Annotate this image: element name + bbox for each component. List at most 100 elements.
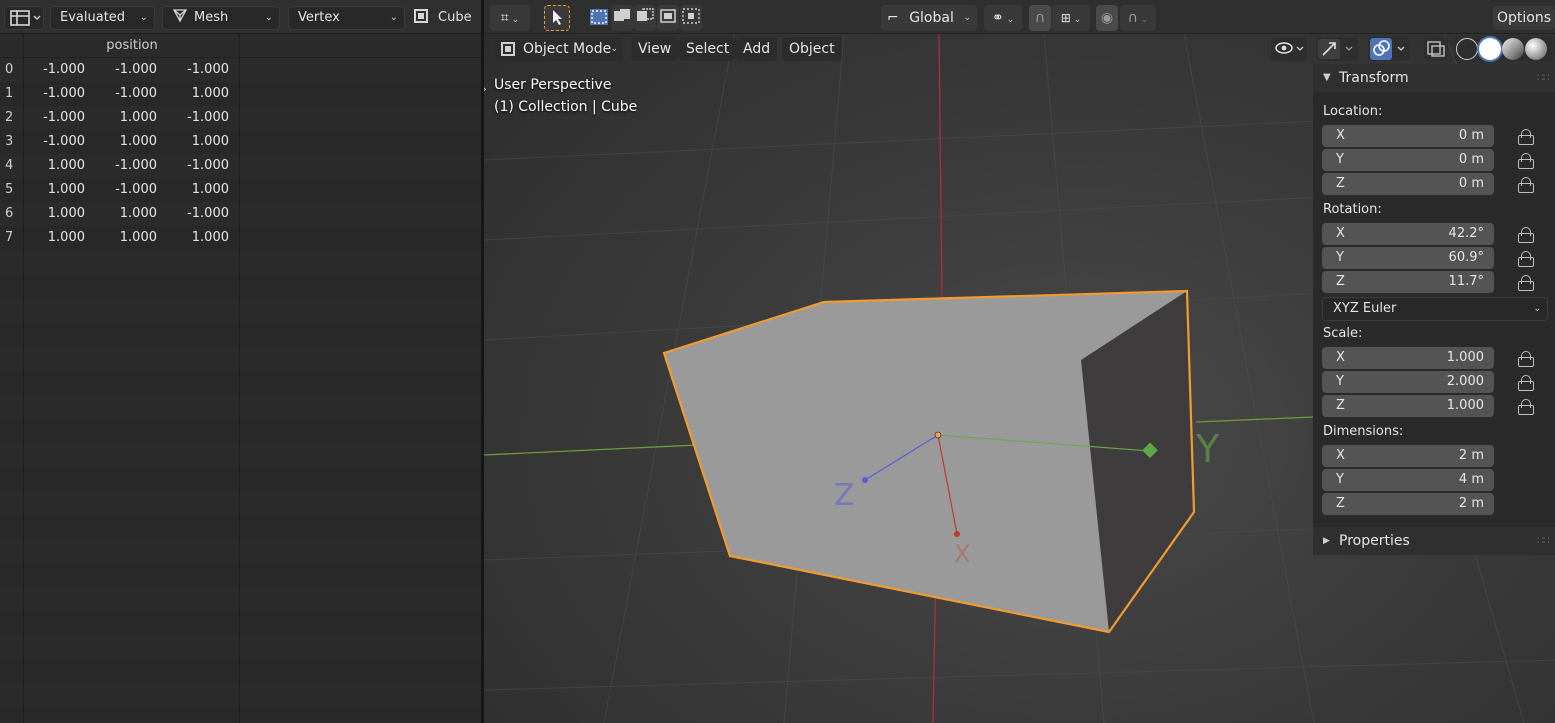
menu-view[interactable]: View — [631, 37, 679, 61]
position-y-cell: -1.000 — [115, 182, 157, 197]
position-z-cell: -1.000 — [187, 110, 229, 125]
transform-panel-header[interactable]: ▼ Transform ∷∷ — [1313, 64, 1555, 92]
drag-grip-icon[interactable]: ∷∷ — [1537, 527, 1550, 555]
position-x-cell: -1.000 — [43, 86, 85, 101]
table-row: 7 1.000 1.000 1.000 — [0, 226, 481, 250]
proportional-editing-toggle[interactable]: ◉ — [1096, 5, 1118, 31]
select-invert-button[interactable] — [657, 5, 679, 31]
axis-label: Z — [1336, 274, 1345, 289]
chevron-down-icon: ⌄ — [1140, 15, 1149, 25]
pivot-icon: ⚭ — [991, 10, 1004, 26]
lock-icon[interactable] — [1517, 399, 1534, 415]
gizmo-toggle[interactable] — [1316, 37, 1358, 61]
snap-toggle[interactable]: ∩ — [1029, 5, 1051, 31]
table-row: 0 -1.000 -1.000 -1.000 — [0, 58, 481, 82]
orientation-label: Global — [909, 10, 954, 26]
select-extend-button[interactable] — [611, 5, 633, 31]
table-row: 4 1.000 -1.000 -1.000 — [0, 154, 481, 178]
axis-label: X — [1336, 350, 1345, 365]
options-button[interactable]: Options — [1493, 6, 1555, 30]
select-new-button[interactable] — [588, 5, 610, 31]
position-x-cell: 1.000 — [47, 230, 85, 245]
row-index: 2 — [5, 110, 14, 125]
axis-label: Z — [1336, 398, 1345, 413]
drag-grip-icon[interactable]: ∷∷ — [1537, 64, 1550, 92]
menu-add[interactable]: Add — [736, 37, 778, 61]
table-row — [0, 442, 481, 466]
domain-dropdown[interactable]: Vertex ⌄ — [288, 6, 405, 30]
column-header-position: position — [106, 38, 158, 53]
table-row: 6 1.000 1.000 -1.000 — [0, 202, 481, 226]
menu-object[interactable]: Object — [782, 37, 842, 61]
lock-icon[interactable] — [1517, 177, 1534, 193]
mode-label: Object Mode — [523, 41, 612, 57]
lock-icon[interactable] — [1517, 227, 1534, 243]
interaction-mode-dropdown[interactable]: Object Mode ⌄ — [493, 37, 623, 61]
rotation-mode-dropdown[interactable]: XYZ Euler ⌄ — [1322, 297, 1548, 321]
row-index: 1 — [5, 86, 14, 101]
rotation-z-field[interactable]: Z 11.7° — [1322, 271, 1494, 293]
chevron-down-icon: ⌄ — [1073, 15, 1082, 25]
lock-icon[interactable] — [1517, 351, 1534, 367]
properties-panel-header[interactable]: ▶ Properties ∷∷ — [1313, 527, 1555, 555]
lock-icon[interactable] — [1517, 251, 1534, 267]
wireframe-shading-icon[interactable] — [1456, 38, 1478, 60]
evaluated-dropdown[interactable]: Evaluated ⌄ — [50, 6, 155, 30]
falloff-curve-icon: ∩ — [1127, 10, 1138, 26]
dimensions-y-field[interactable]: Y 4 m — [1322, 469, 1494, 491]
chevron-down-icon: ⌄ — [1006, 15, 1015, 25]
rendered-shading-icon[interactable] — [1525, 38, 1547, 60]
select-tool-button[interactable] — [544, 5, 570, 31]
scale-y-field[interactable]: Y 2.000 — [1322, 371, 1494, 393]
rotation-y-field[interactable]: Y 60.9° — [1322, 247, 1494, 269]
solid-shading-icon[interactable] — [1479, 38, 1501, 60]
overlays-toggle[interactable] — [1368, 37, 1410, 61]
location-y-field[interactable]: Y 0 m — [1322, 149, 1494, 171]
dimensions-x-field[interactable]: X 2 m — [1322, 445, 1494, 467]
world-y-axis — [1195, 416, 1315, 423]
visibility-dropdown[interactable] — [1271, 37, 1307, 61]
select-intersect-button[interactable] — [680, 5, 702, 31]
lock-icon[interactable] — [1517, 153, 1534, 169]
select-intersect-icon — [682, 8, 700, 24]
scale-z-field[interactable]: Z 1.000 — [1322, 395, 1494, 417]
dimensions-z-field[interactable]: Z 2 m — [1322, 493, 1494, 515]
field-value: 60.9° — [1448, 250, 1484, 265]
object-name: Cube — [438, 10, 472, 25]
position-x-cell: -1.000 — [43, 134, 85, 149]
editor-type-button[interactable]: ⌗ ⌄ — [490, 5, 530, 31]
axis-label: Y — [1336, 472, 1344, 487]
proportional-falloff-dropdown[interactable]: ∩ ⌄ — [1120, 5, 1156, 31]
position-y-cell: -1.000 — [115, 158, 157, 173]
xray-toggle[interactable] — [1424, 37, 1448, 61]
table-row — [0, 586, 481, 610]
gizmo-icon — [1318, 39, 1353, 59]
lock-icon[interactable] — [1517, 129, 1534, 145]
object-mode-icon — [501, 42, 515, 56]
material-preview-icon[interactable] — [1502, 38, 1524, 60]
lock-icon[interactable] — [1517, 375, 1534, 391]
select-subtract-button[interactable] — [634, 5, 656, 31]
gizmo-label-x: X — [954, 540, 970, 568]
location-x-field[interactable]: X 0 m — [1322, 125, 1494, 147]
viewport-header: ⌗ ⌄ ⌐ Global ⌄ ⚭ ⌄ ∩ ⊞ ⌄ ◉ ∩ ⌄ Options — [484, 0, 1555, 34]
menu-select[interactable]: Select — [679, 37, 737, 61]
toolbar-expand-icon[interactable]: › — [484, 82, 487, 96]
location-label: Location: — [1323, 104, 1383, 119]
lock-icon[interactable] — [1517, 275, 1534, 291]
scale-label: Scale: — [1323, 326, 1363, 341]
row-index: 6 — [5, 206, 14, 221]
axis-label: Y — [1336, 250, 1344, 265]
editor-type-button[interactable] — [4, 6, 44, 30]
geometry-component-dropdown[interactable]: Mesh ⌄ — [162, 6, 280, 30]
scale-x-field[interactable]: X 1.000 — [1322, 347, 1494, 369]
transform-orientation-dropdown[interactable]: ⌐ Global ⌄ — [881, 5, 977, 31]
pivot-point-dropdown[interactable]: ⚭ ⌄ — [984, 5, 1022, 31]
location-z-field[interactable]: Z 0 m — [1322, 173, 1494, 195]
snap-target-dropdown[interactable]: ⊞ ⌄ — [1052, 5, 1090, 31]
properties-title: Properties — [1339, 533, 1410, 549]
table-row — [0, 682, 481, 706]
rotation-x-field[interactable]: X 42.2° — [1322, 223, 1494, 245]
position-y-cell: 1.000 — [119, 110, 157, 125]
collapse-triangle-icon: ▼ — [1323, 72, 1331, 83]
